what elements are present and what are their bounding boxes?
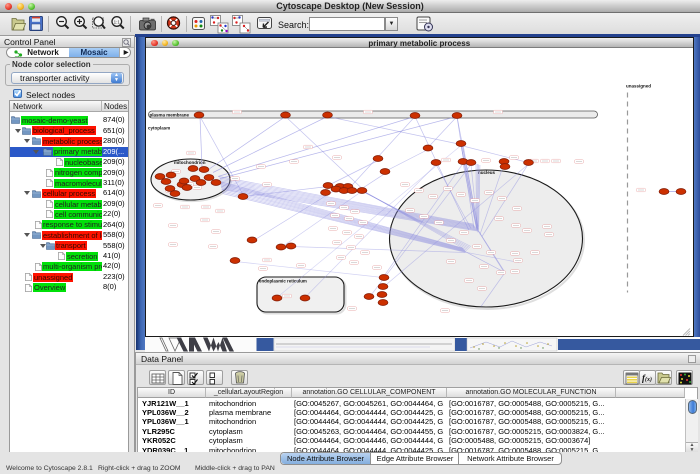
svg-text:plasma membrane: plasma membrane <box>150 112 190 117</box>
svg-text:unassigned: unassigned <box>626 84 651 89</box>
svg-text:1:1: 1:1 <box>114 20 121 25</box>
svg-text:nucleus: nucleus <box>478 170 496 175</box>
svg-text:mitochondrion: mitochondrion <box>174 160 206 165</box>
svg-text:f(x): f(x) <box>642 373 652 383</box>
svg-text:cytoplasm: cytoplasm <box>148 126 170 131</box>
svg-text:endoplasmic reticulum: endoplasmic reticulum <box>259 279 307 284</box>
